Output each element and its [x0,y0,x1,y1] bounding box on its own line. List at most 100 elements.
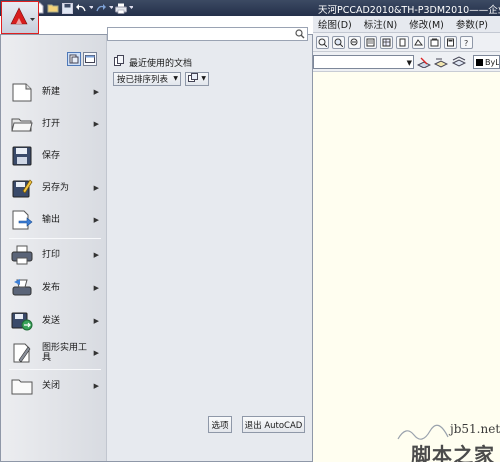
zoom-window-icon[interactable] [332,35,345,49]
menu-modify[interactable]: 修改(M) [409,17,444,31]
app-menu-send-label: 发送 [42,316,61,326]
app-menu-export-label: 输出 [42,215,61,225]
app-menu-publish-label: 发布 [42,283,61,293]
application-menu: 新建 ▶ 打开 ▶ 保存 另存为 ▶ 输出 ▶ 打印 ▶ 发布 ▶ 发送 ▶ 图… [0,27,313,462]
display-mode-dropdown[interactable]: ▼ [185,72,209,86]
app-menu-save-label: 保存 [42,151,61,161]
app-menu-export[interactable]: 输出 ▶ [7,205,104,235]
open-folder-icon[interactable] [47,2,59,14]
make-current-layer-icon[interactable] [416,56,432,71]
zoom-previous-icon[interactable] [348,35,361,49]
app-menu-save-as[interactable]: 另存为 ▶ [7,173,104,203]
sheet-set-icon[interactable] [412,35,425,49]
send-icon [10,309,34,333]
app-menu-close-label: 关闭 [42,381,61,391]
title-bar: 天河PCCAD2010&TH-P3DM2010——企业版 [0,0,500,16]
menu-parameter[interactable]: 参数(P) [456,17,488,31]
app-menu-drawing-utilities-label: 图形实用工具 [42,343,88,363]
layer-dropdown-arrow-icon: ▼ [406,59,412,67]
recent-documents-view-icon[interactable] [67,52,81,66]
submenu-arrow-icon: ▶ [93,349,99,357]
menu-bar: 绘图(D) 标注(N) 修改(M) 参数(P) [313,16,500,33]
layer-properties-icon[interactable] [451,56,467,71]
quick-access-toolbar [33,1,133,15]
display-mode-icon [188,73,198,85]
app-menu-command-list: 新建 ▶ 打开 ▶ 保存 另存为 ▶ 输出 ▶ 打印 ▶ 发布 ▶ 发送 ▶ 图… [1,35,106,461]
display-mode-arrow-icon: ▼ [201,75,206,82]
search-input[interactable] [107,27,308,41]
customize-toolbar-icon[interactable] [129,2,133,14]
recent-documents-title: 最近使用的文档 [129,58,193,69]
watermark-name: 脚本之家 [411,443,495,462]
recent-documents-header: 最近使用的文档 [114,55,192,69]
menu-dimension[interactable]: 标注(N) [364,17,398,31]
options-button[interactable]: 选项 [208,416,232,433]
save-as-icon [10,176,34,200]
application-menu-button[interactable] [1,1,39,34]
recent-documents-panel: 最近使用的文档 按已排序列表 ▼ ▼ 选项 退出 AutoCAD [106,35,312,461]
color-dropdown-value: ByL [485,57,500,67]
autocad-logo-icon [9,6,31,29]
app-menu-open[interactable]: 打开 ▶ [7,109,104,139]
publish-icon [10,276,34,300]
watermark-url: jb51.net [450,422,500,436]
app-menu-open-label: 打开 [42,119,61,129]
redo-dropdown-icon[interactable] [109,2,113,14]
redo-icon[interactable] [95,2,107,14]
layers-toolbar: ▼ ByL [313,52,500,72]
app-menu-view-toggles [67,52,97,66]
close-folder-icon [10,374,34,398]
app-menu-publish[interactable]: 发布 ▶ [7,273,104,303]
drawing-canvas[interactable] [303,72,500,462]
sort-dropdown-arrow-icon: ▼ [173,75,178,82]
app-menu-send[interactable]: 发送 ▶ [7,306,104,336]
app-menu-drawing-utilities[interactable]: 图形实用工具 ▶ [7,338,104,368]
color-swatch [476,58,483,66]
menu-draw[interactable]: 绘图(D) [318,17,352,31]
app-menu-save-as-label: 另存为 [42,183,70,193]
exit-autocad-button[interactable]: 退出 AutoCAD [242,416,305,433]
app-menu-close[interactable]: 关闭 ▶ [7,371,104,401]
save-icon[interactable] [61,2,73,14]
zoom-realtime-icon[interactable] [316,35,329,49]
menu-divider [9,238,101,239]
standard-toolbar: ? [313,33,500,52]
layer-previous-icon[interactable] [433,56,449,71]
sort-order-value: 按已排序列表 [117,75,169,85]
export-icon [10,208,34,232]
app-button-dropdown-icon [30,15,35,25]
printer-icon [10,243,34,267]
new-document-icon [10,80,34,104]
window-title: 天河PCCAD2010&TH-P3DM2010——企业版 [318,5,500,16]
submenu-arrow-icon: ▶ [93,88,99,96]
submenu-arrow-icon: ▶ [93,216,99,224]
color-dropdown[interactable]: ByL [473,55,500,69]
open-folder-large-icon [10,112,34,136]
app-menu-new-label: 新建 [42,87,61,97]
print-icon[interactable] [115,2,127,14]
submenu-arrow-icon: ▶ [93,251,99,259]
undo-icon[interactable] [75,2,87,14]
recent-documents-icon [114,55,125,69]
app-menu-save[interactable]: 保存 [7,141,104,171]
undo-dropdown-icon[interactable] [89,2,93,14]
tool-palettes-icon[interactable] [396,35,409,49]
markup-icon[interactable] [428,35,441,49]
app-menu-print[interactable]: 打印 ▶ [7,240,104,270]
drawing-utilities-icon [10,341,34,365]
app-menu-print-label: 打印 [42,250,61,260]
submenu-arrow-icon: ▶ [93,120,99,128]
submenu-arrow-icon: ▶ [93,184,99,192]
search-icon [295,29,305,42]
layer-dropdown[interactable]: ▼ [313,55,414,69]
sort-order-dropdown[interactable]: 按已排序列表 ▼ [113,72,181,86]
help-icon[interactable]: ? [460,35,473,49]
submenu-arrow-icon: ▶ [93,284,99,292]
app-menu-new[interactable]: 新建 ▶ [7,77,104,107]
open-documents-view-icon[interactable] [83,52,97,66]
quickcalc-icon[interactable] [444,35,457,49]
submenu-arrow-icon: ▶ [93,382,99,390]
svg-text:?: ? [464,39,468,47]
properties-icon[interactable] [364,35,377,49]
design-center-icon[interactable] [380,35,393,49]
